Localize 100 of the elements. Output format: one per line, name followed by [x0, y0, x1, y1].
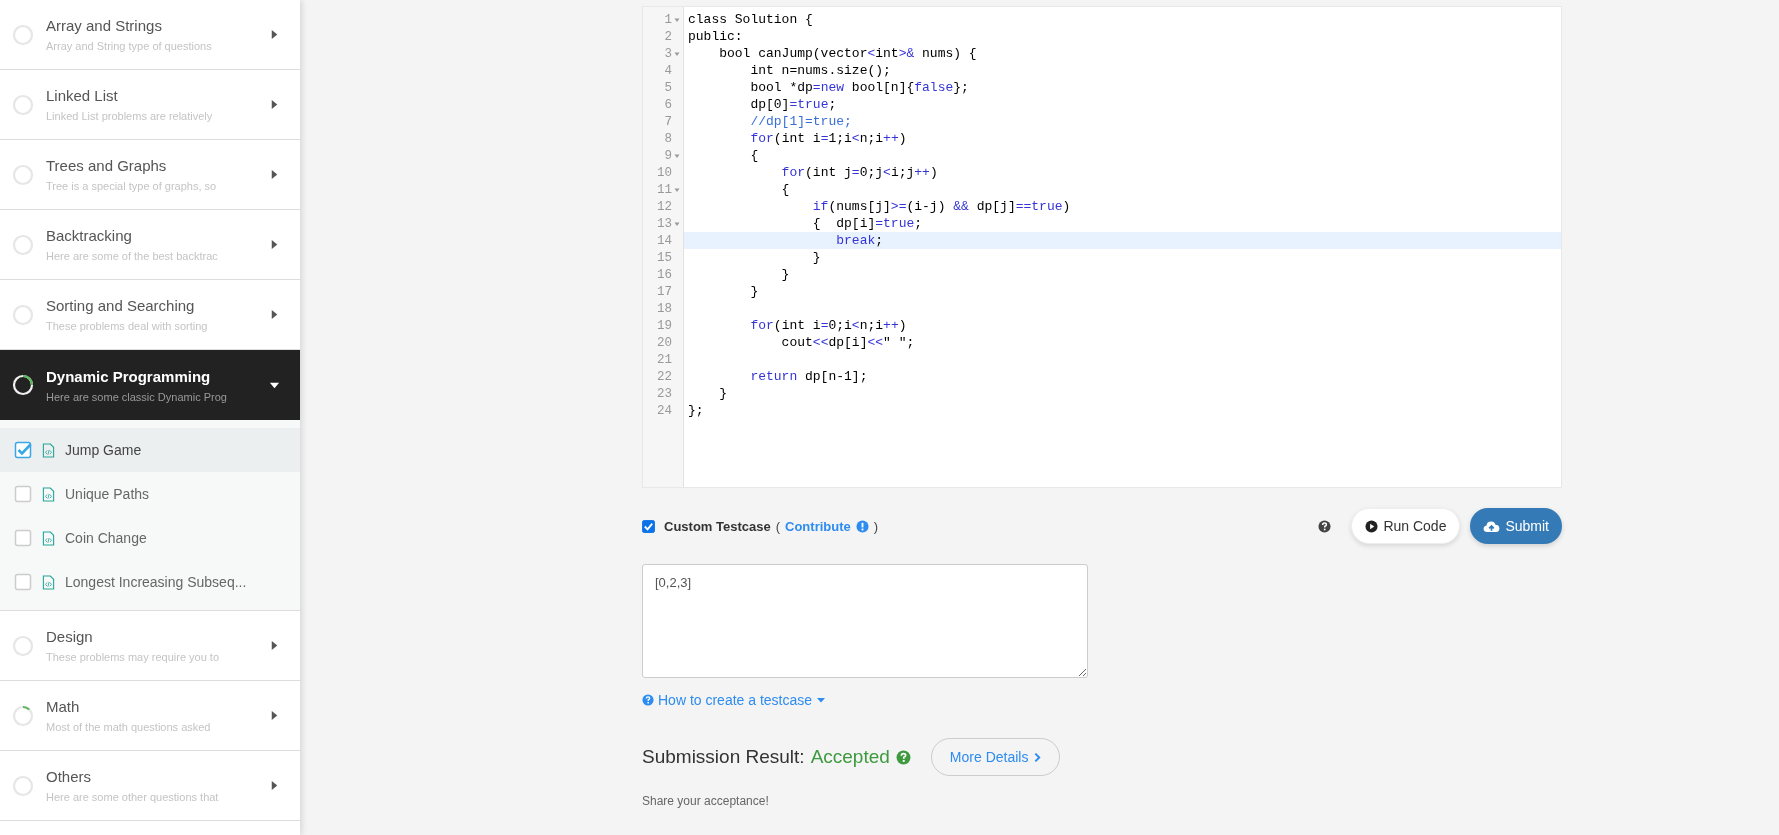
- line-number: 1: [664, 12, 672, 27]
- line-number: 12: [657, 199, 672, 214]
- category-item[interactable]: Array and Strings Array and String type of questions: [0, 0, 300, 70]
- category-description: Array and String type of questions: [46, 40, 213, 52]
- category-title: Math: [46, 698, 81, 715]
- progress-ring-icon: [12, 704, 34, 727]
- fold-caret-icon[interactable]: [674, 220, 680, 227]
- result-status: Accepted: [810, 746, 890, 768]
- code-file-icon: [42, 574, 55, 590]
- code-line: break;: [835, 232, 884, 249]
- line-number: 13: [657, 216, 672, 231]
- code-line: }: [749, 283, 759, 300]
- progress-ring-icon: [12, 23, 34, 46]
- category-title: Trees and Graphs: [46, 157, 168, 174]
- category-description: Here are some of the best backtrac: [46, 250, 219, 262]
- line-number: 24: [657, 403, 672, 418]
- caret-right-icon: [269, 309, 280, 320]
- progress-ring-icon: [12, 303, 34, 326]
- category-description: Here are some classic Dynamic Prog: [46, 390, 228, 403]
- caret-right-icon: [269, 710, 280, 721]
- testcase-input[interactable]: [0,2,3]: [642, 564, 1088, 678]
- code-line: int n=nums.size();: [749, 62, 891, 79]
- problem-item[interactable]: Coin Change: [0, 516, 300, 560]
- caret-right-icon: [269, 29, 280, 40]
- checkbox[interactable]: [642, 519, 655, 533]
- caret-right-icon: [269, 239, 280, 250]
- code-line: }: [718, 385, 727, 402]
- category-title: Linked List: [46, 87, 119, 104]
- custom-testcase-label: Custom Testcase: [664, 518, 771, 534]
- submission-result-label: Submission Result:: [642, 746, 805, 768]
- code-line: return dp[n-1];: [749, 368, 868, 385]
- help-icon[interactable]: [1318, 519, 1332, 533]
- line-number: 18: [657, 301, 672, 316]
- share-text: Share your acceptance!: [642, 794, 769, 808]
- progress-ring-icon: [12, 233, 34, 256]
- code-line: };: [688, 402, 704, 419]
- line-number: 2: [664, 29, 672, 44]
- line-number: 23: [657, 386, 672, 401]
- line-number: 3: [664, 46, 672, 61]
- line-number: 15: [657, 250, 672, 265]
- play-icon: [1365, 519, 1379, 533]
- progress-ring-icon: [12, 163, 34, 186]
- line-number: 5: [664, 80, 672, 95]
- run-code-button[interactable]: Run Code: [1351, 508, 1461, 544]
- fold-caret-icon[interactable]: [674, 16, 680, 23]
- parenthesis: ): [873, 518, 879, 534]
- line-number: 9: [664, 148, 672, 163]
- code-line: {: [749, 147, 759, 164]
- code-line: public:: [688, 28, 743, 45]
- checkbox[interactable]: [14, 573, 32, 591]
- category-item[interactable]: Math Most of the math questions asked: [0, 681, 300, 751]
- cloud-upload-icon: [1483, 519, 1501, 533]
- code-line: dp[0]=true;: [749, 96, 837, 113]
- category-item[interactable]: Dynamic Programming Here are some classic Dynamic Prog: [0, 350, 300, 420]
- caret-right-icon: [269, 99, 280, 110]
- progress-ring-icon: [12, 774, 34, 797]
- line-number: 17: [657, 284, 672, 299]
- category-title: Others: [46, 768, 92, 785]
- submit-button[interactable]: Submit: [1470, 508, 1562, 544]
- progress-ring-icon: [12, 374, 34, 396]
- line-number: 19: [657, 318, 672, 333]
- parenthesis: (: [775, 518, 781, 534]
- code-line: if(nums[j]>=(i-j) && dp[j]==true): [811, 198, 1071, 215]
- code-line: for(int j=0;j<i;j++): [780, 164, 938, 181]
- category-item[interactable]: Others Here are some other questions that: [0, 751, 300, 821]
- code-line: for(int i=0;i<n;i++): [749, 317, 907, 334]
- line-number: 20: [657, 335, 672, 350]
- progress-ring-icon: [12, 634, 34, 657]
- help-icon: [642, 694, 654, 706]
- category-item[interactable]: Backtracking Here are some of the best backtrac: [0, 210, 300, 280]
- code-line: for(int i=1;i<n;i++): [749, 130, 907, 147]
- code-line: class Solution {: [688, 11, 813, 28]
- category-description: Here are some other questions that: [46, 791, 220, 803]
- chevron-right-icon: [1034, 751, 1042, 763]
- checkbox[interactable]: [14, 441, 32, 459]
- code-line: }: [811, 249, 821, 266]
- line-number: 7: [664, 114, 672, 129]
- code-file-icon: [42, 442, 55, 458]
- fold-caret-icon[interactable]: [674, 186, 680, 193]
- code-file-icon: [42, 486, 55, 502]
- problem-item[interactable]: Longest Increasing Subseq...: [0, 560, 300, 604]
- line-number: 14: [657, 233, 672, 248]
- checkbox[interactable]: [14, 485, 32, 503]
- problem-item[interactable]: Jump Game: [0, 428, 300, 472]
- code-file-icon: [42, 530, 55, 546]
- code-line: }: [780, 266, 790, 283]
- category-title: Dynamic Programming: [46, 367, 212, 385]
- fold-caret-icon[interactable]: [674, 50, 680, 57]
- category-title: Array and Strings: [46, 17, 163, 34]
- problem-item[interactable]: Unique Paths: [0, 472, 300, 516]
- code-line: cout<<dp[i]<<" ";: [780, 334, 915, 351]
- code-line: { dp[i]=true;: [811, 215, 923, 232]
- caret-right-icon: [269, 780, 280, 791]
- fold-caret-icon[interactable]: [674, 152, 680, 159]
- line-number: 4: [664, 63, 672, 78]
- code-line: bool *dp=new bool[n]{false};: [749, 79, 969, 96]
- checkbox[interactable]: [14, 529, 32, 547]
- category-title: Backtracking: [46, 227, 133, 244]
- line-number: 22: [657, 369, 672, 384]
- category-description: These problems deal with sorting: [46, 320, 209, 332]
